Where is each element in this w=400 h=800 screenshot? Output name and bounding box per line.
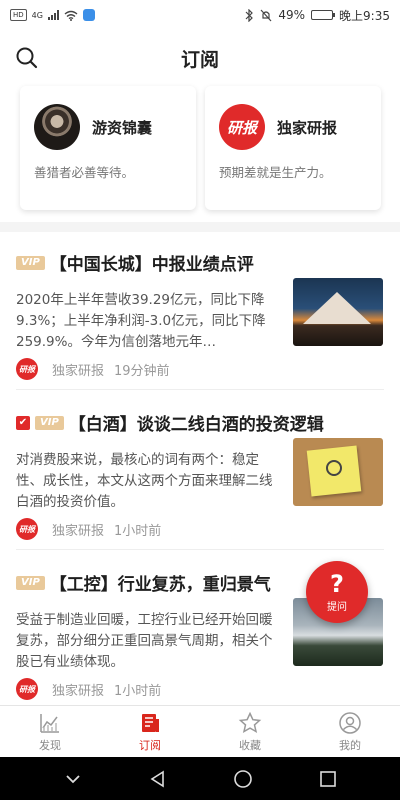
status-bar: HD 4G 49% 晚上9:35 <box>0 0 400 30</box>
mute-bell-icon <box>260 9 272 21</box>
card-head: 研报 独家研报 <box>219 104 367 150</box>
source-logo: 研报 <box>16 518 38 540</box>
channel-desc: 预期差就是生产力。 <box>219 165 332 180</box>
divider <box>16 549 384 550</box>
publish-time: 1小时前 <box>114 683 162 699</box>
battery-percent: 49% <box>278 8 306 22</box>
hot-badge: ✔ <box>16 415 30 430</box>
clock: 晚上9:35 <box>339 8 390 23</box>
hide-keyboard-icon[interactable] <box>63 769 83 789</box>
vip-badge: VIP <box>35 415 64 430</box>
ask-question-button[interactable]: ? 提问 <box>306 561 368 623</box>
signal-icon <box>47 10 59 20</box>
chart-icon <box>40 713 59 733</box>
article-title: 【工控】行业复苏，重归景气 <box>49 575 271 595</box>
publish-time: 1小时前 <box>114 523 162 539</box>
source-logo: 研报 <box>16 358 38 380</box>
source-name: 独家研报 <box>52 683 105 699</box>
article-title-row: ✔ VIP 【白酒】谈谈二线白酒的投资逻辑 <box>16 410 388 435</box>
top-header: 订阅 <box>0 30 400 86</box>
ask-label: 提问 <box>327 601 347 613</box>
subscribed-channels: 游资锦囊 善猎者必善等待。 研报 独家研报 预期差就是生产力。 <box>0 86 400 222</box>
card-head: 游资锦囊 <box>34 104 182 150</box>
mountain-image <box>293 278 383 346</box>
nav-label: 收藏 <box>239 738 261 752</box>
source-name: 独家研报 <box>52 523 105 539</box>
article-summary: 受益于制造业回暖，工控行业已经开始回暖复苏，部分细分正重回高景气周期，相关个股已… <box>16 612 273 670</box>
home-icon[interactable] <box>233 769 253 789</box>
nav-discover[interactable]: 发现 <box>0 706 100 757</box>
search-icon[interactable] <box>14 45 40 71</box>
hd-tag: HD <box>10 9 27 21</box>
status-left: HD 4G <box>10 9 95 21</box>
channel-name: 独家研报 <box>277 118 338 137</box>
back-icon[interactable] <box>148 769 168 789</box>
publish-time: 19分钟前 <box>114 363 170 379</box>
shield-icon <box>82 9 95 21</box>
article-title: 【中国长城】中报业绩点评 <box>49 255 254 275</box>
network-type: 4G <box>31 10 43 20</box>
nav-favorites[interactable]: 收藏 <box>200 706 300 757</box>
lightbulb-note-image <box>293 438 383 506</box>
article-summary: 对消费股来说，最核心的词有两个：稳定性、成长性，本文从这两个方面来理解二线白酒的… <box>16 452 273 510</box>
channel-card-youzi[interactable]: 游资锦囊 善猎者必善等待。 <box>20 86 196 210</box>
nav-label: 我的 <box>339 738 361 752</box>
article-summary: 2020年上半年营收39.29亿元，同比下降9.3%；上半年净利润-3.0亿元，… <box>16 292 266 350</box>
user-icon <box>339 711 361 734</box>
article-item[interactable]: VIP 【中国长城】中报业绩点评 2020年上半年营收39.29亿元，同比下降9… <box>0 232 400 390</box>
article-title-row: VIP 【中国长城】中报业绩点评 <box>16 250 388 275</box>
question-mark-icon: ? <box>330 569 344 598</box>
news-icon <box>142 713 159 732</box>
source-name: 独家研报 <box>52 363 105 379</box>
avatar: 研报 <box>219 104 265 150</box>
bottom-nav: 发现 订阅 收藏 我的 <box>0 705 400 757</box>
nav-label: 订阅 <box>139 738 161 752</box>
bluetooth-icon <box>245 8 254 22</box>
section-divider <box>0 222 400 232</box>
article-item[interactable]: ✔ VIP 【白酒】谈谈二线白酒的投资逻辑 对消费股来说，最核心的词有两个：稳定… <box>0 392 400 550</box>
wifi-icon <box>64 10 78 21</box>
nav-label: 发现 <box>39 738 61 752</box>
page-title: 订阅 <box>180 48 219 71</box>
channel-card-yanbao[interactable]: 研报 独家研报 预期差就是生产力。 <box>205 86 381 210</box>
article-meta: 研报 独家研报 1小时前 <box>16 678 161 700</box>
vip-badge: VIP <box>16 575 45 590</box>
system-nav-bar <box>0 757 400 800</box>
source-logo: 研报 <box>16 678 38 700</box>
nav-profile[interactable]: 我的 <box>300 706 400 757</box>
battery-icon <box>311 10 336 20</box>
article-meta: 研报 独家研报 1小时前 <box>16 518 161 540</box>
recents-icon[interactable] <box>318 769 338 789</box>
article-title: 【白酒】谈谈二线白酒的投资逻辑 <box>68 415 324 435</box>
vip-badge: VIP <box>16 255 45 270</box>
divider <box>16 389 384 390</box>
avatar <box>34 104 80 150</box>
status-right: 49% 晚上9:35 <box>244 7 390 24</box>
star-icon <box>238 711 262 733</box>
channel-desc: 善猎者必善等待。 <box>34 165 135 180</box>
channel-name: 游资锦囊 <box>92 118 153 137</box>
nav-subscribe[interactable]: 订阅 <box>100 706 200 757</box>
article-meta: 研报 独家研报 19分钟前 <box>16 358 170 380</box>
